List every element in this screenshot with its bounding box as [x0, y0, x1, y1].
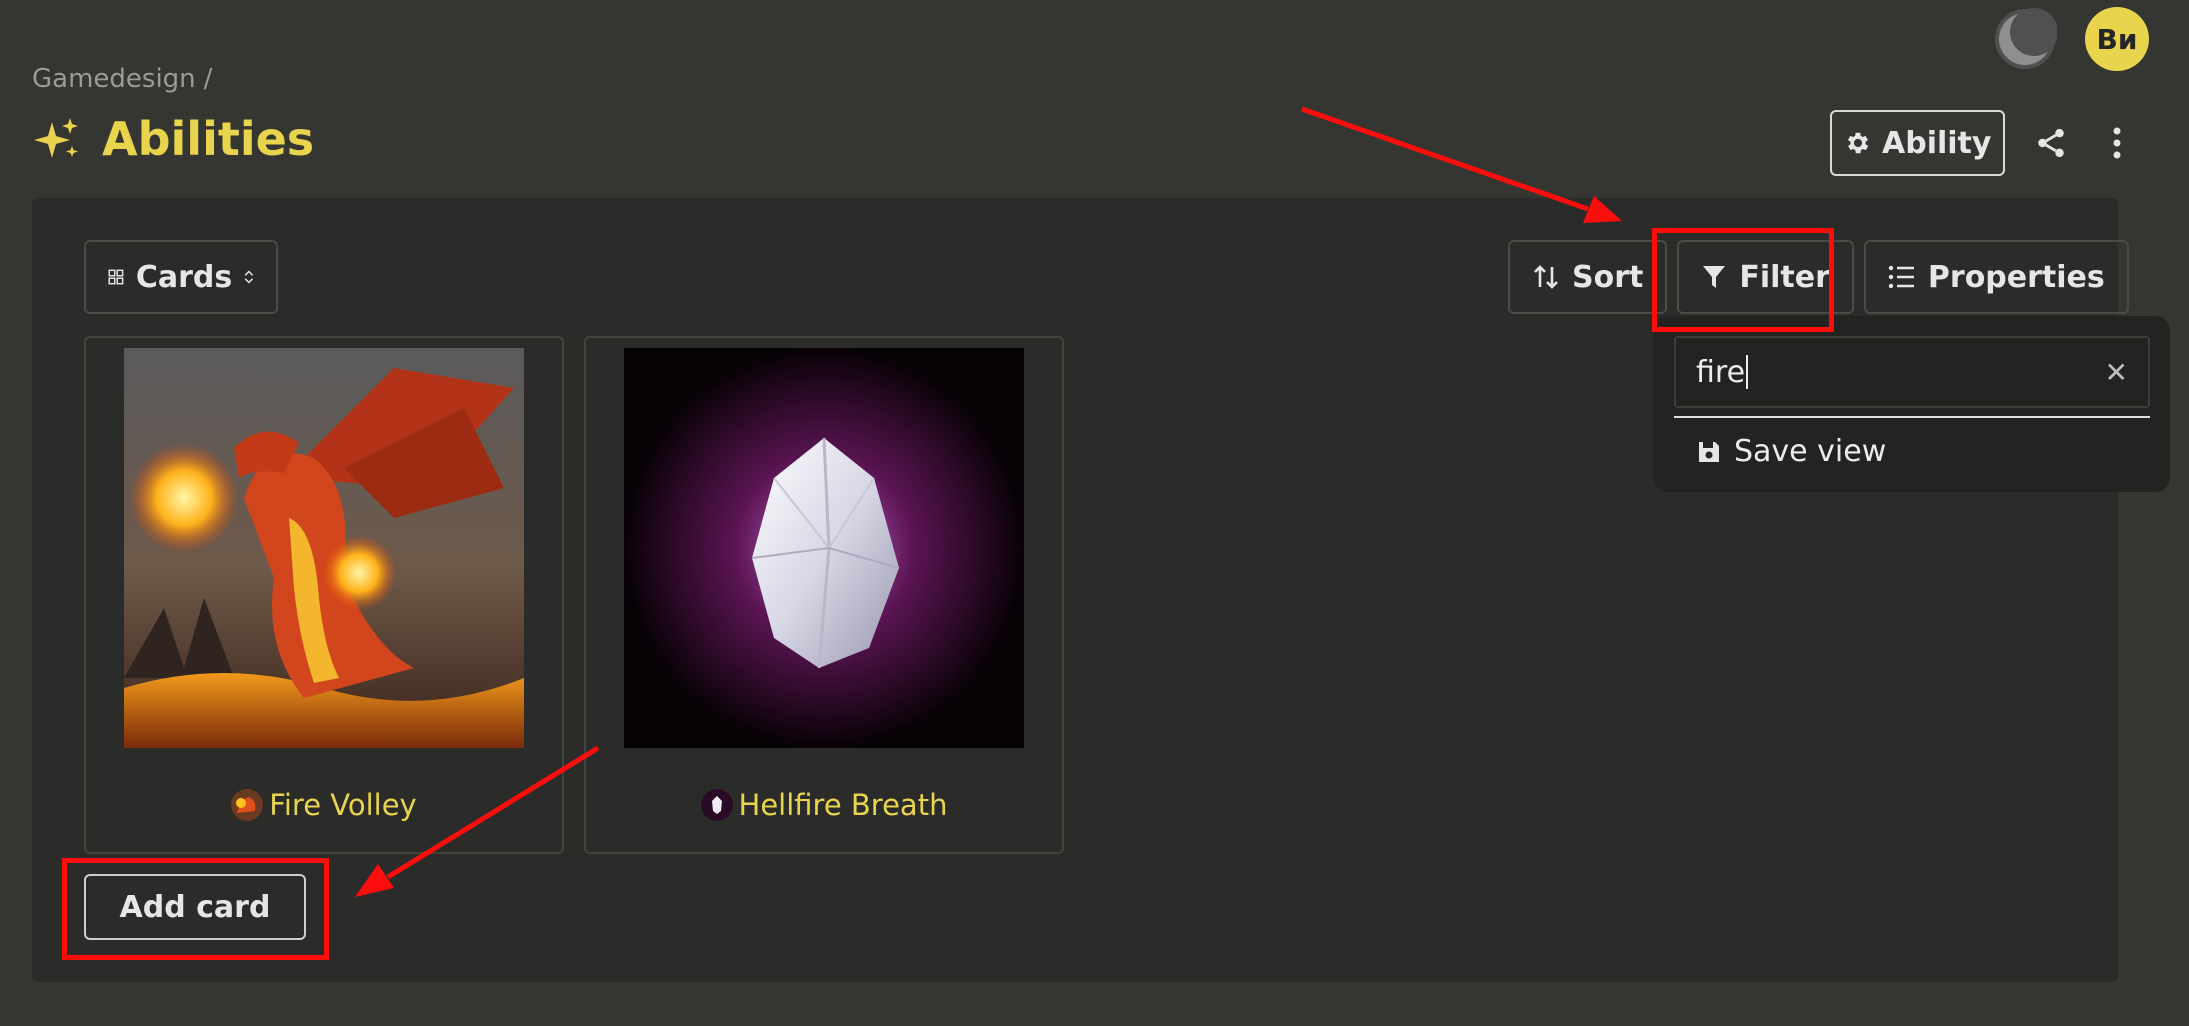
share-button[interactable]: [2031, 110, 2071, 176]
filter-query-text: fire: [1696, 354, 1746, 390]
add-card-label: Add card: [119, 889, 271, 925]
add-card-button[interactable]: Add card: [84, 874, 306, 940]
kebab-menu-icon: [2113, 127, 2121, 159]
gear-icon: [1847, 132, 1869, 154]
avatar[interactable]: Ви: [2085, 7, 2149, 71]
text-caret: [1746, 355, 1749, 389]
card-fire-volley[interactable]: Fire Volley: [84, 336, 564, 854]
dragon-thumbnail-icon: [231, 789, 264, 821]
card-title-text: Fire Volley: [269, 788, 417, 822]
sort-button-label: Sort: [1572, 259, 1644, 295]
sort-icon: [1534, 265, 1558, 289]
filter-button-label: Filter: [1739, 259, 1830, 295]
filter-icon: [1703, 266, 1726, 288]
moon-icon: [1995, 8, 2057, 69]
filter-button[interactable]: Filter: [1677, 240, 1854, 314]
card-image-dragon: [124, 348, 524, 748]
view-toolbar: Sort Filter Properties: [1508, 240, 2129, 314]
more-options-button[interactable]: [2097, 110, 2137, 176]
card-image-crystal: [624, 348, 1024, 748]
breadcrumb-parent[interactable]: Gamedesign: [32, 64, 196, 94]
arrow-to-filter: [1301, 106, 1589, 212]
theme-toggle-button[interactable]: [1993, 7, 2057, 71]
properties-button-label: Properties: [1927, 259, 2105, 295]
sort-button[interactable]: Sort: [1508, 240, 1668, 314]
grid-icon: [108, 269, 124, 285]
card-hellfire-breath[interactable]: Hellfire Breath: [584, 336, 1064, 854]
chevron-up-down-icon: [244, 270, 254, 284]
page-title-text: Abilities: [102, 112, 315, 166]
card-title-text: Hellfire Breath: [738, 788, 948, 822]
template-button[interactable]: Ability: [1830, 110, 2006, 176]
view-layout-label: Cards: [135, 259, 233, 295]
template-button-label: Ability: [1882, 125, 1992, 161]
filter-popover: fire ✕ Save view: [1654, 316, 2170, 492]
filter-search-input[interactable]: fire ✕: [1674, 336, 2150, 408]
view-layout-select[interactable]: Cards: [84, 240, 278, 314]
card-title[interactable]: Hellfire Breath: [586, 788, 1062, 822]
crystal-thumbnail-icon: [700, 789, 733, 821]
clear-icon[interactable]: ✕: [2105, 356, 2128, 389]
header-actions: Ability: [1830, 110, 2137, 176]
share-icon: [2038, 128, 2065, 158]
page-title: Abilities: [32, 112, 314, 166]
floppy-disk-icon: [1699, 441, 1719, 462]
save-view-button[interactable]: Save view: [1696, 434, 1886, 469]
breadcrumb-separator: /: [203, 64, 213, 94]
card-title[interactable]: Fire Volley: [86, 788, 562, 822]
save-view-label: Save view: [1734, 434, 1887, 469]
avatar-initials: Ви: [2096, 22, 2138, 56]
divider: [1674, 416, 2150, 418]
sparkles-icon: [34, 118, 78, 158]
list-icon: [1888, 265, 1914, 289]
properties-button[interactable]: Properties: [1863, 240, 2129, 314]
breadcrumb: Gamedesign /: [32, 64, 212, 94]
